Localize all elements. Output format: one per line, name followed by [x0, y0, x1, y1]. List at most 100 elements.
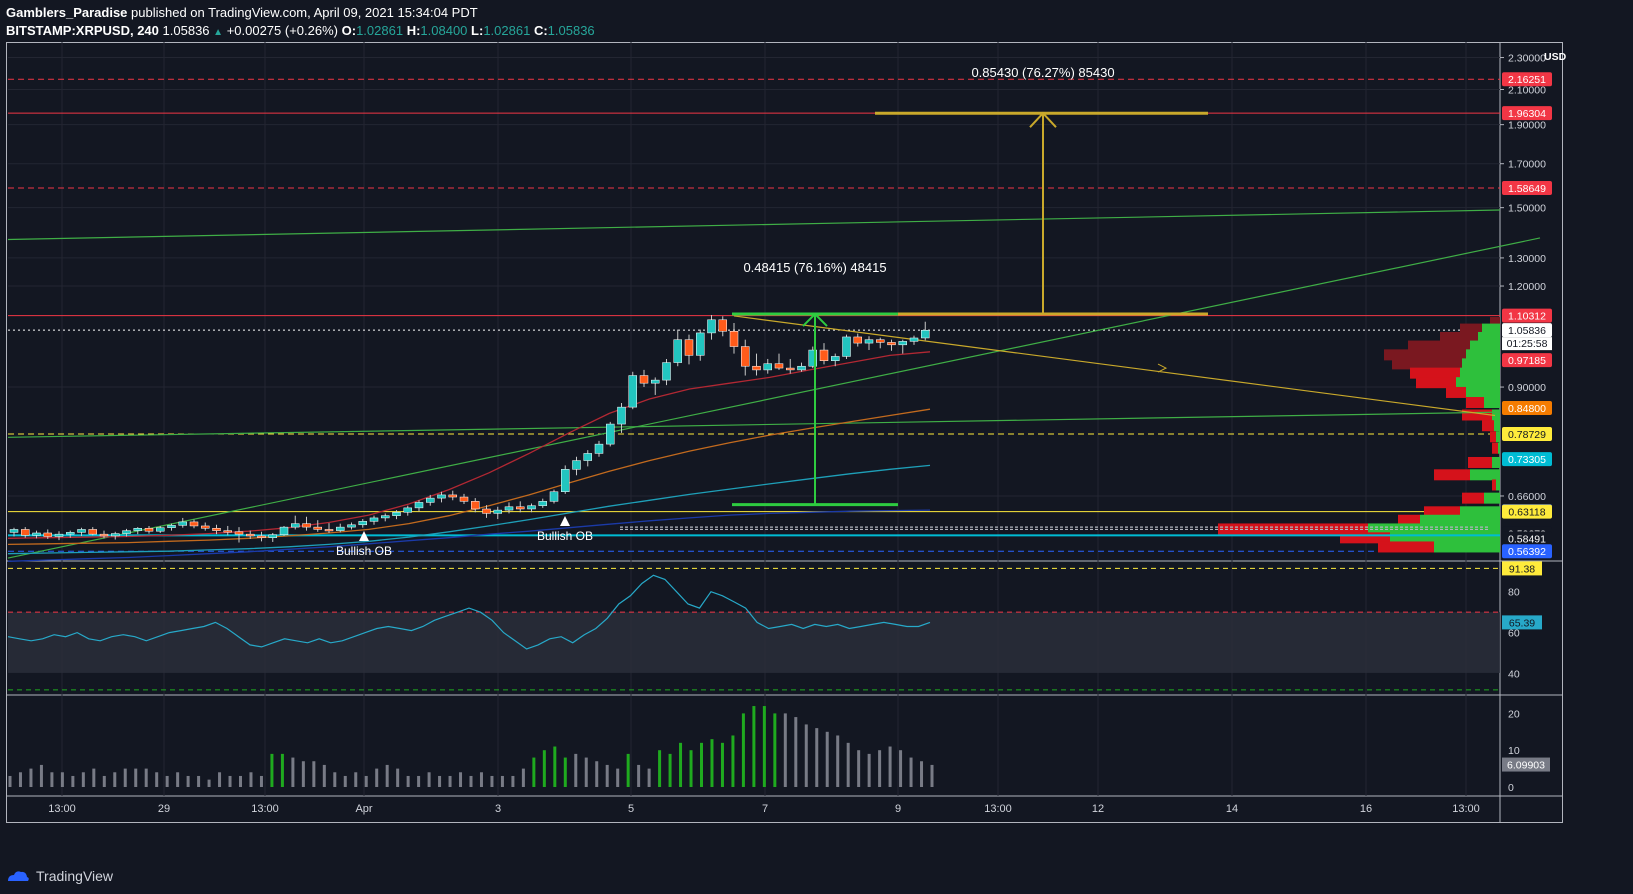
volume-bar-up	[752, 706, 756, 787]
volume-bar-up	[626, 753, 630, 787]
candle-up	[662, 362, 671, 381]
volume-bar	[155, 772, 159, 787]
candle-up	[133, 528, 142, 531]
price-axis-badge-label: 0.56392	[1508, 546, 1546, 558]
volume-profile-bar-up	[1496, 431, 1500, 443]
price-axis-badge-label: 2.16251	[1508, 74, 1546, 86]
volume-bar	[459, 772, 463, 787]
candle-up	[763, 363, 772, 371]
volume-bar	[584, 757, 588, 787]
volume-tick-label: 10	[1508, 745, 1520, 757]
volume-bar	[322, 764, 326, 787]
volume-bar	[239, 775, 242, 787]
tradingview-cloud-icon	[8, 871, 29, 881]
price-axis-badge-label: 0.73305	[1508, 454, 1546, 466]
candle-up	[504, 506, 514, 511]
price-axis-badge-label: 1.58649	[1508, 183, 1546, 195]
volume-bar	[218, 772, 222, 787]
candle-up	[426, 497, 435, 503]
candle-up	[347, 524, 356, 528]
cyan-level-line	[8, 534, 1500, 537]
candle-up	[32, 532, 41, 536]
volume-bar	[249, 772, 253, 787]
volume-bar-up	[658, 750, 662, 787]
rsi-current-label: 65.39	[1509, 617, 1535, 629]
price-axis-badge-label: 0.63118	[1508, 507, 1545, 519]
time-tick-label: 13:00	[48, 803, 76, 815]
price-tick-label: 2.30000	[1508, 53, 1546, 65]
price-tick-label: 0.66000	[1508, 491, 1546, 503]
candle-up	[538, 501, 547, 506]
volume-profile-bar-down	[1492, 442, 1498, 454]
volume-bar-up	[710, 739, 714, 787]
volume-profile-bar-up	[1466, 386, 1500, 398]
volume-bar	[647, 768, 651, 787]
volume-profile-bar-up	[1484, 397, 1500, 409]
volume-bar	[605, 764, 609, 787]
volume-profile-bar-down	[1410, 367, 1460, 379]
candle-up	[392, 512, 401, 516]
volume-profile-bar-up	[1484, 492, 1500, 504]
candle-up	[381, 515, 390, 519]
time-tick-label: 29	[158, 803, 170, 815]
rsi-tick-label: 80	[1508, 587, 1520, 599]
candle-down	[876, 339, 885, 343]
volume-profile-bar-down	[1490, 431, 1496, 443]
volume-bar	[60, 772, 64, 787]
candle-up	[651, 379, 660, 384]
volume-bar	[574, 753, 578, 787]
candle-down	[887, 342, 896, 346]
volume-bar	[899, 750, 903, 787]
volume-bar-up	[720, 742, 724, 787]
trend-arrow-icon	[1157, 363, 1168, 373]
candle-down	[223, 530, 232, 533]
volume-bar	[427, 772, 431, 787]
time-tick-label: 13:00	[984, 803, 1012, 815]
candle-up	[831, 356, 840, 361]
candle-up	[617, 406, 626, 425]
volume-tick-label: 20	[1508, 708, 1520, 720]
volume-bar	[469, 775, 473, 787]
volume-bar	[878, 750, 882, 787]
price-axis-badge-label: 1.10312	[1508, 311, 1546, 323]
candle-down	[448, 494, 457, 498]
candle-up	[707, 319, 716, 334]
price-tick-label: 1.50000	[1508, 203, 1546, 215]
volume-bar	[825, 731, 829, 787]
candle-down	[43, 532, 52, 537]
tradingview-logo[interactable]: TradingView	[6, 865, 113, 887]
price-chart[interactable]: 13:00 29 13:00 Apr 3 5 7 9 13:00 12 14 16 13:00 2.300…	[0, 0, 1633, 894]
candle-up	[606, 423, 615, 445]
price-tick-label: 1.20000	[1508, 281, 1546, 293]
candle-up	[291, 523, 300, 528]
volume-bar	[39, 764, 43, 787]
candle-down	[313, 526, 322, 530]
volume-bar	[176, 772, 180, 787]
candle-up	[561, 469, 570, 492]
candle-up	[336, 526, 345, 531]
candle-up	[268, 534, 277, 538]
volume-profile-bar-down	[1468, 456, 1492, 468]
volume-profile-bar-up	[1470, 469, 1500, 481]
time-tick-label: Apr	[355, 803, 372, 815]
volume-bar-up	[700, 742, 703, 787]
candle-down	[21, 529, 30, 536]
volume-bar	[406, 775, 410, 787]
volume-bar	[113, 772, 117, 787]
candle-down	[257, 535, 266, 538]
price-axis-badge-label: 0.97185	[1508, 355, 1546, 367]
candle-down	[729, 331, 739, 347]
candle-up	[921, 330, 930, 339]
candle-up	[358, 521, 367, 526]
volume-bar	[364, 775, 368, 787]
volume-bar	[312, 761, 316, 787]
volume-profile-bar-down	[1462, 492, 1484, 504]
volume-bar	[500, 775, 504, 787]
price-tick-label: 1.90000	[1508, 120, 1546, 132]
bullish-ob-label: Bullish OB	[336, 544, 392, 558]
volume-bar	[857, 750, 861, 787]
rsi-band-fill	[8, 612, 1500, 673]
candle-up	[167, 525, 176, 528]
candle-up	[122, 530, 131, 534]
candle-up	[77, 529, 86, 533]
